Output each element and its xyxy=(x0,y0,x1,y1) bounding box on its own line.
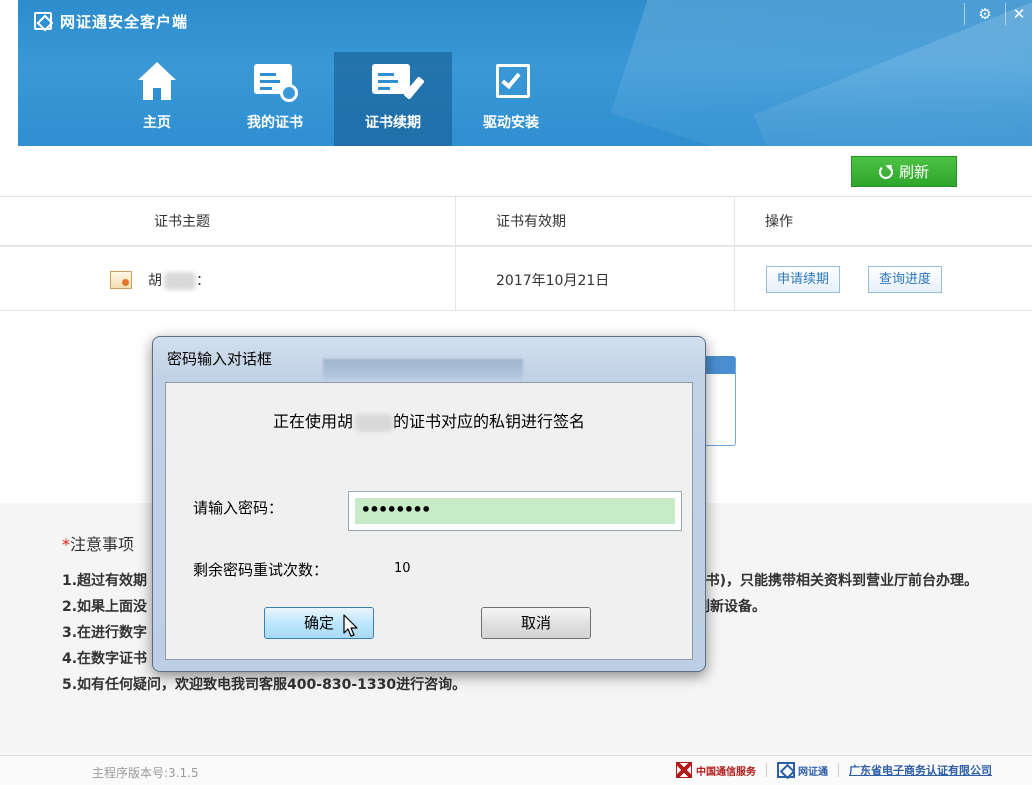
title-bar: 网证通安全客户端 xyxy=(34,9,188,33)
china-comservice-icon xyxy=(676,762,692,778)
note-item: 1.超过有效期 xyxy=(62,573,148,589)
netca-icon xyxy=(777,762,795,778)
retry-label: 剩余密码重试次数： xyxy=(193,561,329,579)
certificate-icon xyxy=(110,271,132,289)
refresh-icon xyxy=(878,164,893,179)
mouse-cursor-icon xyxy=(343,614,358,637)
password-dialog: 密码输入对话框 正在使用胡 的证书对应的私钥进行签名 请输入密码： •••••••… xyxy=(152,336,706,672)
refresh-label: 刷新 xyxy=(898,163,929,181)
note-item: 4.在数字证书 xyxy=(62,651,148,667)
note-item-fragment: 刷新设备。 xyxy=(696,599,766,615)
nav-label: 主页 xyxy=(143,115,171,131)
nav-item-home[interactable]: 主页 xyxy=(98,52,216,146)
password-value[interactable]: •••••••• xyxy=(355,498,675,524)
note-item: 3.在进行数字 xyxy=(62,625,148,641)
notes-title: *注意事项 xyxy=(62,535,135,554)
column-header-operations: 操作 xyxy=(765,214,793,230)
apply-renewal-button[interactable]: 申请续期 xyxy=(766,266,841,293)
redacted-text xyxy=(355,413,393,432)
nav-label: 我的证书 xyxy=(247,115,303,131)
query-progress-button[interactable]: 查询进度 xyxy=(868,266,943,293)
table-row[interactable]: 胡： 2017年10月21日 申请续期 查询进度 xyxy=(0,249,1032,311)
dialog-title-glass xyxy=(323,359,523,379)
logo-divider xyxy=(838,763,839,777)
nav-item-driver-install[interactable]: 驱动安装 xyxy=(452,52,570,146)
footer: 主程序版本号:3.1.5 中国通信服务 网证通 广东省电子商务认证有限公司 xyxy=(0,756,1032,785)
certificate-subject: 胡： xyxy=(148,272,210,290)
sign-message: 正在使用胡 的证书对应的私钥进行签名 xyxy=(272,412,586,432)
column-header-validity: 证书有效期 xyxy=(496,214,566,230)
gear-icon: ⚙ xyxy=(978,5,992,23)
window-controls: ⚙ ✕ xyxy=(964,0,1032,28)
logo-divider xyxy=(766,763,767,777)
nav-item-my-certificate[interactable]: 我的证书 xyxy=(216,52,334,146)
note-item: 5.如有任何疑问，欢迎致电我司客服400-830-1330进行咨询。 xyxy=(62,677,467,693)
note-item-fragment: E书)，只能携带相关资料到营业厅前台办理。 xyxy=(696,573,978,589)
nav-item-certificate-renewal[interactable]: 证书续期 xyxy=(334,52,452,146)
version-label: 主程序版本号:3.1.5 xyxy=(92,766,199,780)
home-icon xyxy=(134,62,180,102)
partner-logos: 中国通信服务 网证通 广东省电子商务认证有限公司 xyxy=(676,762,992,778)
main-nav: 主页 我的证书 证书续期 驱动安装 xyxy=(98,52,570,146)
my-certificate-icon xyxy=(252,62,298,102)
note-item: 2.如果上面没 xyxy=(62,599,148,615)
table-header: 证书主题 证书有效期 操作 xyxy=(0,197,1032,247)
dialog-body: 正在使用胡 的证书对应的私钥进行签名 请输入密码： •••••••• 剩余密码重试… xyxy=(165,382,693,660)
close-button[interactable]: ✕ xyxy=(1006,0,1032,28)
retry-count: 10 xyxy=(394,561,411,576)
dialog-title: 密码输入对话框 xyxy=(167,350,273,368)
password-input[interactable]: •••••••• xyxy=(348,491,682,531)
app-title: 网证通安全客户端 xyxy=(60,12,189,31)
netca-logo: 网证通 xyxy=(777,762,828,778)
nav-label: 驱动安装 xyxy=(483,115,539,131)
settings-button[interactable]: ⚙ xyxy=(965,0,1005,28)
driver-install-icon xyxy=(488,62,534,102)
password-label: 请输入密码： xyxy=(193,499,284,517)
china-comservice-logo: 中国通信服务 xyxy=(676,762,756,778)
redacted-text xyxy=(164,272,196,290)
certificate-renewal-icon xyxy=(370,62,425,102)
cancel-button[interactable]: 取消 xyxy=(481,607,591,639)
column-header-subject: 证书主题 xyxy=(154,214,210,230)
app-logo-icon xyxy=(34,12,52,30)
refresh-button[interactable]: 刷新 xyxy=(851,156,957,187)
app-header: 网证通安全客户端 ⚙ ✕ 主页 我的证书 证书续期 驱动安装 xyxy=(18,0,1032,146)
close-icon: ✕ xyxy=(1012,5,1026,23)
certificate-validity: 2017年10月21日 xyxy=(496,273,610,289)
gdca-link[interactable]: 广东省电子商务认证有限公司 xyxy=(849,762,992,778)
nav-label: 证书续期 xyxy=(365,115,421,131)
